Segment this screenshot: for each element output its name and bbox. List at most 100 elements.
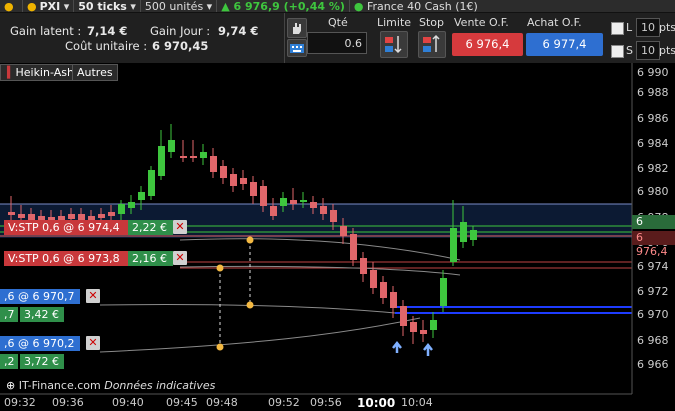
top-toolbar: ● ● PXI ▾ 50 ticks ▾ 500 unités ▾ ▲ 6 976… (0, 0, 675, 13)
close-icon[interactable]: ✕ (173, 251, 187, 265)
stop-label: Stop (419, 16, 445, 29)
candle-body (470, 230, 477, 240)
order-dot[interactable] (216, 264, 224, 272)
candle-body (450, 228, 457, 262)
buy-arrow-icon (423, 342, 433, 356)
order-dot[interactable] (216, 343, 224, 351)
order-label-4[interactable]: ,6 @ 6 970,2 (0, 336, 80, 351)
x-tick-label: 10:00 (357, 396, 396, 410)
limite-label: Limite (377, 16, 412, 29)
ask-price-tag: 6 977,4 (632, 215, 675, 242)
y-tick-label: 6 968 (637, 334, 669, 347)
footer-brand: ⊕ IT-Finance.com Données indicatives (6, 379, 216, 392)
candle-body (370, 270, 377, 288)
s-pts-label: pts (659, 44, 675, 57)
bid-price-tag: 6 976,4 (632, 231, 675, 258)
x-tick-label: 09:48 (206, 396, 238, 409)
x-tick-label: 10:04 (401, 396, 433, 409)
qte-label: Qté (328, 16, 348, 29)
account-selector[interactable]: ● PXI ▾ (23, 0, 75, 13)
candle-body (128, 202, 135, 208)
l-pts-input[interactable]: 10 (636, 18, 660, 37)
y-tick-label: 6 980 (637, 185, 669, 198)
heikin-ashi-tab[interactable]: ▍Heikin-Ashi (0, 64, 82, 81)
candle-body (8, 212, 15, 215)
candle-body (280, 198, 287, 206)
l-pts-label: pts (659, 21, 675, 34)
candle-body (18, 214, 25, 218)
y-tick-label: 6 970 (637, 308, 669, 321)
candle-body (108, 212, 115, 216)
ticks-selector[interactable]: 50 ticks ▾ (74, 0, 141, 12)
candle-body (220, 166, 227, 178)
candle-body (330, 210, 337, 222)
position-info: Gain latent : 7,14 € Gain Jour : 9,74 € … (0, 13, 282, 63)
sell-button[interactable]: 6 976,4 (452, 33, 523, 56)
s-checkbox[interactable] (611, 45, 624, 58)
x-tick-label: 09:56 (310, 396, 342, 409)
quantity-input[interactable]: 0.6 (307, 32, 367, 54)
y-tick-label: 6 966 (637, 358, 669, 371)
candle-body (360, 258, 367, 274)
order-prefix-4: ,2 (0, 354, 18, 369)
candle-body (390, 292, 397, 308)
notification-icon[interactable]: ● (0, 0, 23, 12)
s-pts-input[interactable]: 10 (636, 41, 660, 60)
stop-order-button[interactable] (418, 31, 446, 58)
close-icon[interactable]: ✕ (86, 289, 100, 303)
order-prefix-3: ,7 (0, 307, 18, 322)
candle-body (340, 226, 347, 236)
y-tick-label: 6 988 (637, 86, 669, 99)
x-tick-label: 09:52 (268, 396, 300, 409)
order-gain-1: 2,22 € (128, 220, 173, 235)
link-curve-4 (99, 317, 421, 353)
candle-body (118, 204, 125, 214)
achat-label: Achat O.F. (527, 16, 582, 29)
buy-button[interactable]: 6 977,4 (526, 33, 603, 56)
candle-body (200, 152, 207, 158)
limit-order-button[interactable] (380, 31, 408, 58)
chart-canvas (0, 63, 633, 395)
close-icon[interactable]: ✕ (86, 336, 100, 350)
candle-body (158, 146, 165, 176)
order-label-3[interactable]: ,6 @ 6 970,7 (0, 289, 80, 304)
gain-jour-label: Gain Jour : (150, 24, 211, 38)
candle-body (210, 156, 217, 172)
vente-label: Vente O.F. (454, 16, 509, 29)
y-tick-label: 6 982 (637, 162, 669, 175)
order-dot[interactable] (246, 301, 254, 309)
autres-tab[interactable]: Autres (72, 64, 118, 81)
keyboard-icon[interactable] (287, 39, 307, 57)
l-checkbox[interactable] (611, 22, 624, 35)
candle-body (430, 320, 437, 330)
x-tick-label: 09:40 (112, 396, 144, 409)
candle-body (68, 214, 75, 219)
instrument-name[interactable]: ● France 40 Cash (1€) (350, 0, 482, 12)
instrument-price[interactable]: ▲ 6 976,9 (+0,44 %) (217, 0, 350, 12)
units-selector[interactable]: 500 unités ▾ (141, 0, 218, 12)
lock-icon: ● (27, 0, 37, 13)
y-tick-label: 6 986 (637, 112, 669, 125)
order-label-2[interactable]: V:STP 0,6 @ 6 973,8 (4, 251, 131, 266)
order-label-1[interactable]: V:STP 0,6 @ 6 974,4 (4, 220, 131, 235)
candle-body (310, 202, 317, 208)
order-dot[interactable] (246, 236, 254, 244)
x-tick-label: 09:32 (4, 396, 36, 409)
candle-body (350, 234, 357, 260)
candle-body (230, 174, 237, 186)
candle-body (180, 156, 187, 158)
order-gain-3: 3,42 € (20, 307, 64, 322)
price-chart[interactable] (0, 63, 675, 411)
y-tick-label: 6 984 (637, 137, 669, 150)
candle-body (250, 182, 257, 196)
candle-body (190, 156, 197, 158)
candle-body (320, 206, 327, 214)
l-label: L (626, 21, 633, 34)
y-tick-label: 6 972 (637, 285, 669, 298)
hand-icon[interactable] (287, 18, 307, 38)
gain-latent-label: Gain latent : (10, 24, 82, 38)
buy-arrow-icon (392, 340, 402, 353)
y-tick-label: 6 990 (637, 66, 669, 79)
cout-unitaire-value: 6 970,45 (152, 39, 209, 53)
close-icon[interactable]: ✕ (173, 220, 187, 234)
